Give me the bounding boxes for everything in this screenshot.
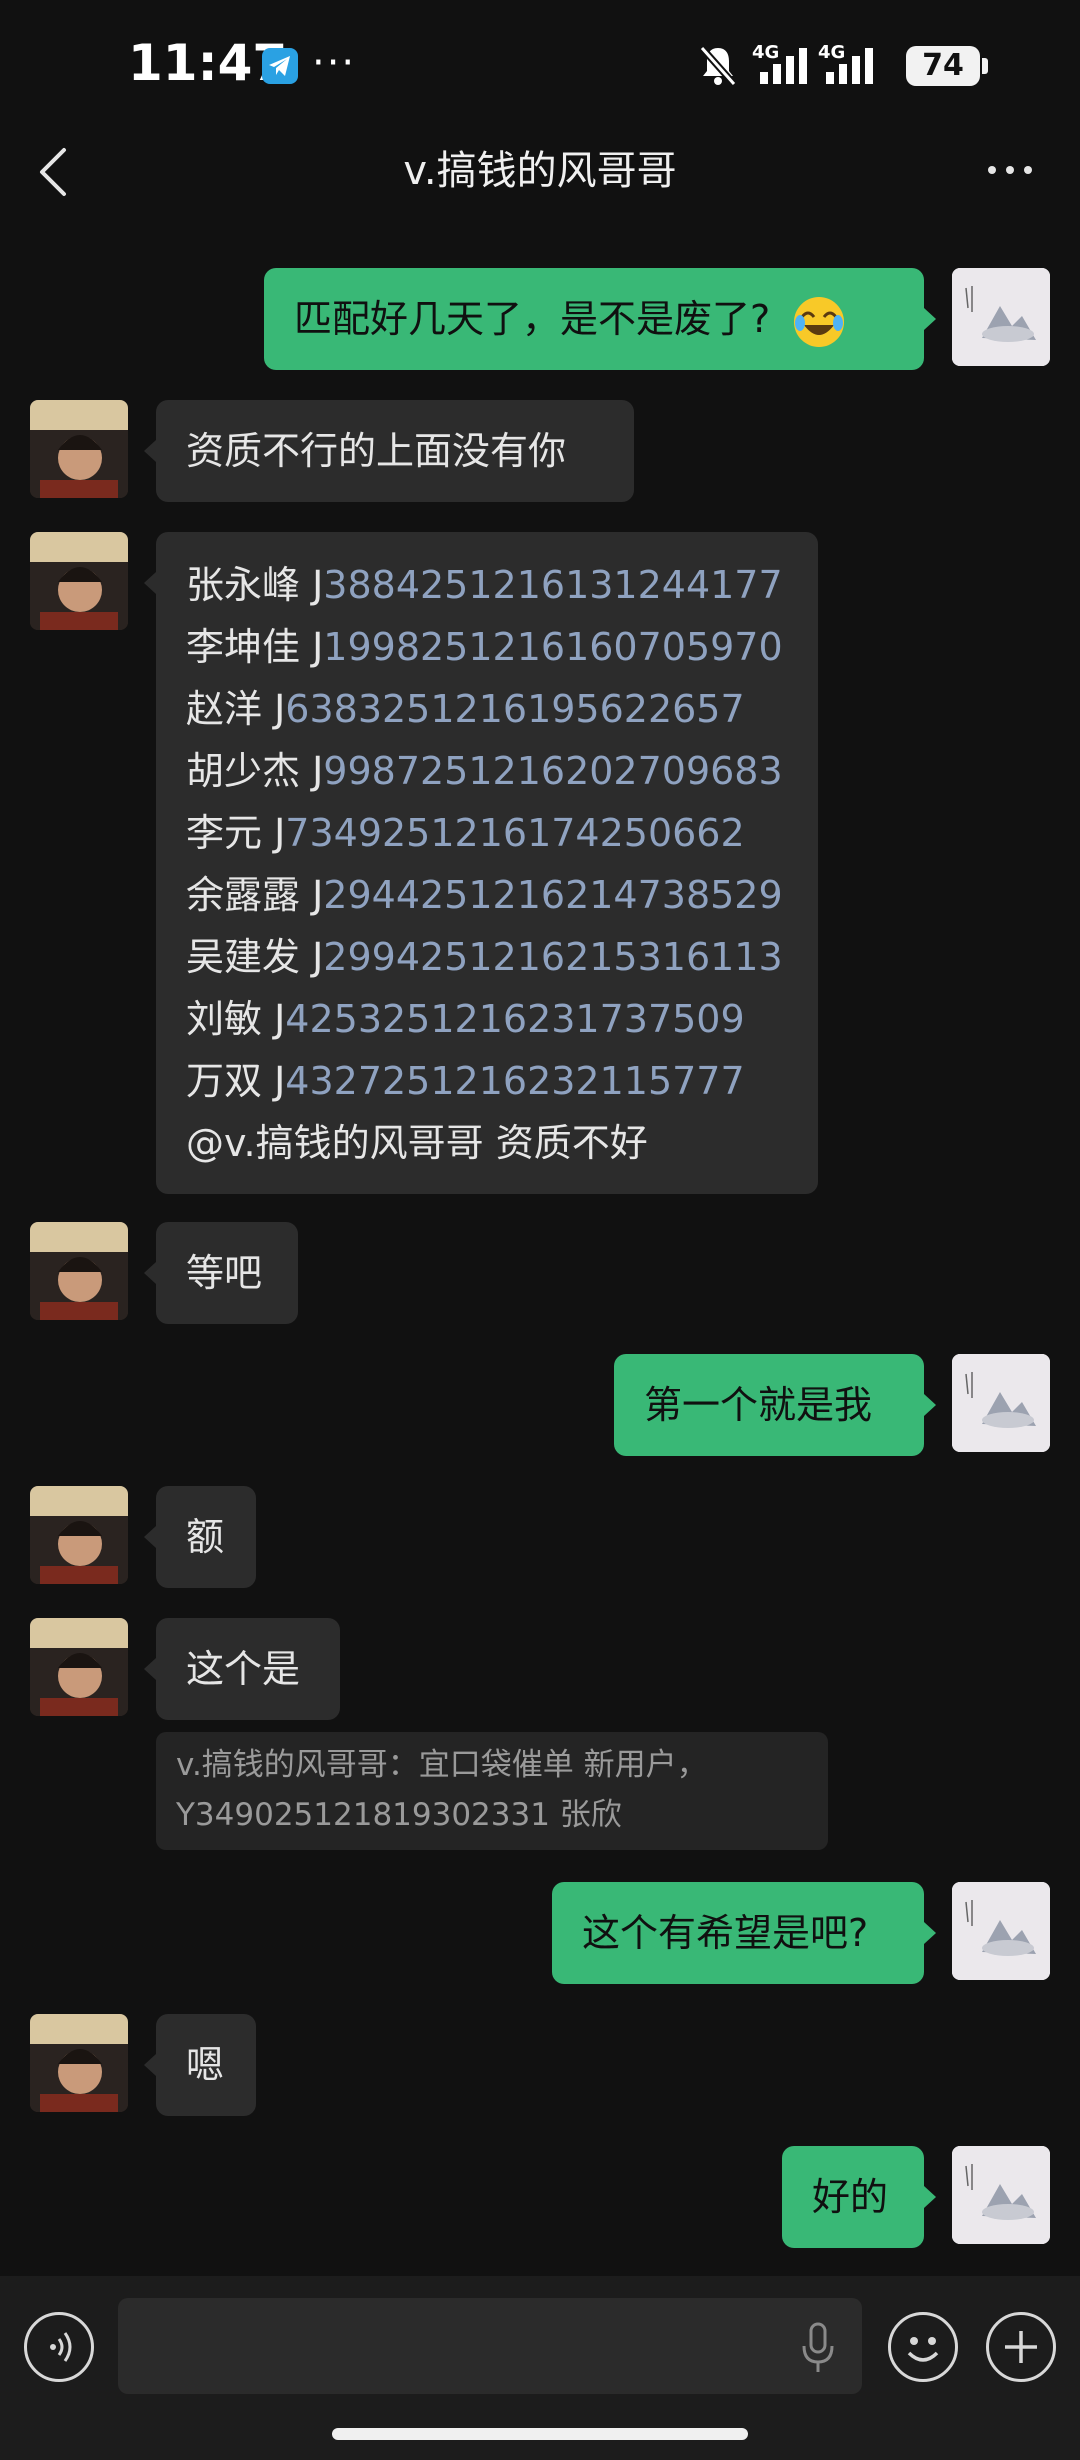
message-text: 匹配好几天了，是不是废了? (294, 297, 771, 341)
id-number-link[interactable]: 2994251216215316113 (323, 935, 782, 979)
message-bubble-out[interactable]: 这个有希望是吧? (552, 1882, 924, 1984)
my-avatar[interactable] (952, 268, 1050, 366)
emoji-icon[interactable] (888, 2312, 958, 2382)
id-number-link[interactable]: 4253251216231737509 (285, 997, 744, 1041)
message-bubble-in[interactable]: 资质不行的上面没有你 (156, 400, 634, 502)
id-number-link[interactable]: 4327251216232115777 (285, 1059, 744, 1103)
quoted-message[interactable]: v.搞钱的风哥哥：宜口袋催单 新用户， Y349025121819302331 … (156, 1732, 828, 1850)
list-item: 吴建发 J2994251216215316113 (186, 935, 783, 979)
my-avatar[interactable] (952, 1354, 1050, 1452)
peer-avatar[interactable] (30, 400, 128, 498)
peer-avatar[interactable] (30, 1618, 128, 1716)
message-text: 额 (186, 1515, 225, 1559)
battery-icon: 74 (906, 46, 980, 86)
message-bubble-out[interactable]: 好的 (782, 2146, 924, 2248)
message-bubble-out[interactable]: 第一个就是我 (614, 1354, 924, 1456)
id-number-link[interactable]: 1998251216160705970 (323, 625, 782, 669)
message-text: 这个是 (186, 1647, 301, 1691)
plus-icon[interactable] (986, 2312, 1056, 2382)
quote-line: Y349025121819302331 张欣 (176, 1797, 622, 1833)
bubble-tail (144, 1526, 156, 1548)
message-input[interactable] (118, 2298, 862, 2394)
home-indicator[interactable] (332, 2428, 748, 2440)
list-item: 余露露 J2944251216214738529 (186, 873, 783, 917)
peer-avatar[interactable] (30, 2014, 128, 2112)
message-bubble-out[interactable]: 匹配好几天了，是不是废了? (264, 268, 924, 370)
status-more-dots: ··· (312, 40, 357, 86)
more-button[interactable] (984, 150, 1036, 190)
telegram-icon (262, 48, 298, 84)
quote-line: v.搞钱的风哥哥：宜口袋催单 新用户， (176, 1747, 708, 1783)
mention-line: @v.搞钱的风哥哥 资质不好 (186, 1121, 648, 1165)
signal-icon-2 (826, 48, 873, 84)
status-bar: 11:47 ··· 4G 4G 74 (0, 0, 1080, 130)
bubble-tail (144, 572, 156, 594)
id-number-link[interactable]: 2944251216214738529 (323, 873, 782, 917)
message-bubble-in[interactable]: 等吧 (156, 1222, 298, 1324)
message-bubble-in[interactable]: 这个是 (156, 1618, 340, 1720)
my-avatar[interactable] (952, 2146, 1050, 2244)
id-number-link[interactable]: 9987251216202709683 (323, 749, 782, 793)
list-item: 万双 J4327251216232115777 (186, 1059, 745, 1103)
list-item: 张永峰 J3884251216131244177 (186, 563, 783, 607)
battery-tip (982, 58, 988, 74)
bubble-tail (144, 1262, 156, 1284)
id-number-link[interactable]: 7349251216174250662 (285, 811, 744, 855)
list-item: 李元 J7349251216174250662 (186, 811, 745, 855)
chat-title: v.搞钱的风哥哥 (403, 148, 677, 194)
message-bubble-in[interactable]: 额 (156, 1486, 256, 1588)
message-bubble-in[interactable]: 嗯 (156, 2014, 256, 2116)
peer-avatar[interactable] (30, 532, 128, 630)
peer-avatar[interactable] (30, 1222, 128, 1320)
voice-icon[interactable] (24, 2312, 94, 2382)
message-text: 好的 (812, 2175, 889, 2219)
signal-icon (760, 48, 807, 84)
bubble-tail (924, 1394, 936, 1416)
bubble-tail (924, 1922, 936, 1944)
list-item: 李坤佳 J1998251216160705970 (186, 625, 783, 669)
message-text: 等吧 (186, 1251, 263, 1295)
id-number-link[interactable]: 3884251216131244177 (323, 563, 782, 607)
message-text: 嗯 (186, 2043, 225, 2087)
my-avatar[interactable] (952, 1882, 1050, 1980)
list-item: 赵洋 J6383251216195622657 (186, 687, 745, 731)
joy-emoji-icon (794, 296, 845, 347)
list-item: 胡少杰 J9987251216202709683 (186, 749, 783, 793)
bubble-tail (144, 2054, 156, 2076)
mute-icon (699, 45, 737, 87)
peer-avatar[interactable] (30, 1486, 128, 1584)
list-item: 刘敏 J4253251216231737509 (186, 997, 745, 1041)
bubble-tail (144, 440, 156, 462)
message-text: 资质不行的上面没有你 (186, 429, 567, 473)
message-text: 这个有希望是吧? (582, 1911, 869, 1955)
message-bubble-in-list[interactable]: 张永峰 J3884251216131244177 李坤佳 J1998251216… (156, 532, 818, 1194)
message-text: 第一个就是我 (644, 1383, 873, 1427)
mic-icon[interactable] (800, 2322, 836, 2374)
bubble-tail (144, 1658, 156, 1680)
bubble-tail (924, 2186, 936, 2208)
bubble-tail (924, 308, 936, 330)
id-number-link[interactable]: 6383251216195622657 (285, 687, 744, 731)
